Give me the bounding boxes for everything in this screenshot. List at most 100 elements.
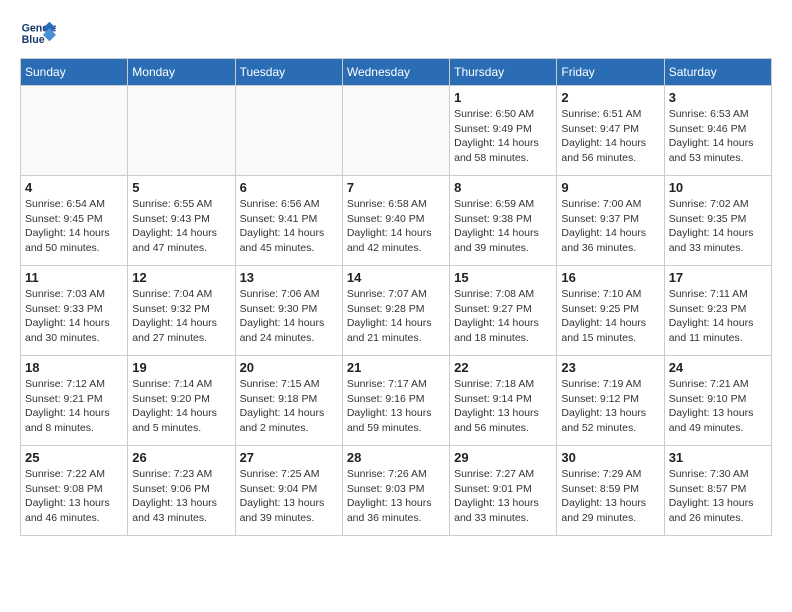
- day-info: Sunrise: 7:25 AM Sunset: 9:04 PM Dayligh…: [240, 467, 338, 526]
- day-info: Sunrise: 6:55 AM Sunset: 9:43 PM Dayligh…: [132, 197, 230, 256]
- day-info: Sunrise: 7:15 AM Sunset: 9:18 PM Dayligh…: [240, 377, 338, 436]
- calendar-cell: 12 Sunrise: 7:04 AM Sunset: 9:32 PM Dayli…: [128, 266, 235, 356]
- calendar-cell: 1 Sunrise: 6:50 AM Sunset: 9:49 PM Daylig…: [450, 86, 557, 176]
- calendar-cell: 18Sunrise: 7:12 AM Sunset: 9:21 PM Dayli…: [21, 356, 128, 446]
- calendar-cell: 20 Sunrise: 7:15 AM Sunset: 9:18 PM Dayli…: [235, 356, 342, 446]
- logo: General Blue: [20, 20, 56, 48]
- calendar-cell: [342, 86, 449, 176]
- page-header: General Blue: [20, 20, 772, 48]
- day-info: Sunrise: 7:11 AM Sunset: 9:23 PM Dayligh…: [669, 287, 767, 346]
- day-info: Sunrise: 7:00 AM Sunset: 9:37 PM Dayligh…: [561, 197, 659, 256]
- calendar-cell: 24 Sunrise: 7:21 AM Sunset: 9:10 PM Dayli…: [664, 356, 771, 446]
- calendar-cell: 6 Sunrise: 6:56 AM Sunset: 9:41 PM Daylig…: [235, 176, 342, 266]
- calendar-cell: 5 Sunrise: 6:55 AM Sunset: 9:43 PM Daylig…: [128, 176, 235, 266]
- day-info: Sunrise: 7:29 AM Sunset: 8:59 PM Dayligh…: [561, 467, 659, 526]
- logo-icon: General Blue: [20, 20, 56, 48]
- day-number: 3: [669, 90, 767, 105]
- day-info: Sunrise: 7:08 AM Sunset: 9:27 PM Dayligh…: [454, 287, 552, 346]
- calendar-cell: 29 Sunrise: 7:27 AM Sunset: 9:01 PM Dayli…: [450, 446, 557, 536]
- calendar-cell: 9 Sunrise: 7:00 AM Sunset: 9:37 PM Daylig…: [557, 176, 664, 266]
- day-info: Sunrise: 7:06 AM Sunset: 9:30 PM Dayligh…: [240, 287, 338, 346]
- day-info: Sunrise: 7:17 AM Sunset: 9:16 PM Dayligh…: [347, 377, 445, 436]
- day-info: Sunrise: 7:27 AM Sunset: 9:01 PM Dayligh…: [454, 467, 552, 526]
- calendar-cell: 22Sunrise: 7:18 AM Sunset: 9:14 PM Dayli…: [450, 356, 557, 446]
- day-number: 25: [25, 450, 123, 465]
- day-number: 8: [454, 180, 552, 195]
- weekday-header-saturday: Saturday: [664, 59, 771, 86]
- day-number: 21: [347, 360, 445, 375]
- day-info: Sunrise: 6:51 AM Sunset: 9:47 PM Dayligh…: [561, 107, 659, 166]
- day-number: 7: [347, 180, 445, 195]
- weekday-header-sunday: Sunday: [21, 59, 128, 86]
- calendar-cell: 26 Sunrise: 7:23 AM Sunset: 9:06 PM Dayli…: [128, 446, 235, 536]
- weekday-header-tuesday: Tuesday: [235, 59, 342, 86]
- day-number: 26: [132, 450, 230, 465]
- calendar-cell: 31 Sunrise: 7:30 AM Sunset: 8:57 PM Dayli…: [664, 446, 771, 536]
- calendar-cell: 27Sunrise: 7:25 AM Sunset: 9:04 PM Dayli…: [235, 446, 342, 536]
- day-number: 10: [669, 180, 767, 195]
- calendar-cell: 21 Sunrise: 7:17 AM Sunset: 9:16 PM Dayli…: [342, 356, 449, 446]
- calendar-cell: 13 Sunrise: 7:06 AM Sunset: 9:30 PM Dayli…: [235, 266, 342, 356]
- day-number: 9: [561, 180, 659, 195]
- calendar-cell: 7 Sunrise: 6:58 AM Sunset: 9:40 PM Daylig…: [342, 176, 449, 266]
- day-number: 24: [669, 360, 767, 375]
- day-number: 15: [454, 270, 552, 285]
- day-info: Sunrise: 7:30 AM Sunset: 8:57 PM Dayligh…: [669, 467, 767, 526]
- calendar-cell: 11Sunrise: 7:03 AM Sunset: 9:33 PM Dayli…: [21, 266, 128, 356]
- day-info: Sunrise: 6:58 AM Sunset: 9:40 PM Dayligh…: [347, 197, 445, 256]
- calendar-cell: 4Sunrise: 6:54 AM Sunset: 9:45 PM Daylig…: [21, 176, 128, 266]
- calendar-cell: 8 Sunrise: 6:59 AM Sunset: 9:38 PM Daylig…: [450, 176, 557, 266]
- calendar-cell: 15 Sunrise: 7:08 AM Sunset: 9:27 PM Dayli…: [450, 266, 557, 356]
- day-number: 18: [25, 360, 123, 375]
- calendar-cell: 30 Sunrise: 7:29 AM Sunset: 8:59 PM Dayli…: [557, 446, 664, 536]
- day-number: 28: [347, 450, 445, 465]
- day-info: Sunrise: 7:03 AM Sunset: 9:33 PM Dayligh…: [25, 287, 123, 346]
- day-number: 16: [561, 270, 659, 285]
- calendar-table: SundayMondayTuesdayWednesdayThursdayFrid…: [20, 58, 772, 536]
- day-number: 31: [669, 450, 767, 465]
- calendar-cell: 25 Sunrise: 7:22 AM Sunset: 9:08 PM Dayli…: [21, 446, 128, 536]
- calendar-cell: 23 Sunrise: 7:19 AM Sunset: 9:12 PM Dayli…: [557, 356, 664, 446]
- day-number: 20: [240, 360, 338, 375]
- calendar-cell: [128, 86, 235, 176]
- calendar-cell: 10 Sunrise: 7:02 AM Sunset: 9:35 PM Dayli…: [664, 176, 771, 266]
- day-info: Sunrise: 7:21 AM Sunset: 9:10 PM Dayligh…: [669, 377, 767, 436]
- day-info: Sunrise: 6:56 AM Sunset: 9:41 PM Dayligh…: [240, 197, 338, 256]
- weekday-header-monday: Monday: [128, 59, 235, 86]
- day-number: 13: [240, 270, 338, 285]
- day-info: Sunrise: 7:10 AM Sunset: 9:25 PM Dayligh…: [561, 287, 659, 346]
- day-number: 1: [454, 90, 552, 105]
- day-number: 22: [454, 360, 552, 375]
- day-info: Sunrise: 7:22 AM Sunset: 9:08 PM Dayligh…: [25, 467, 123, 526]
- day-number: 14: [347, 270, 445, 285]
- day-number: 2: [561, 90, 659, 105]
- day-info: Sunrise: 7:07 AM Sunset: 9:28 PM Dayligh…: [347, 287, 445, 346]
- day-info: Sunrise: 7:04 AM Sunset: 9:32 PM Dayligh…: [132, 287, 230, 346]
- day-number: 29: [454, 450, 552, 465]
- calendar-cell: 28 Sunrise: 7:26 AM Sunset: 9:03 PM Dayli…: [342, 446, 449, 536]
- day-info: Sunrise: 6:50 AM Sunset: 9:49 PM Dayligh…: [454, 107, 552, 166]
- day-info: Sunrise: 6:59 AM Sunset: 9:38 PM Dayligh…: [454, 197, 552, 256]
- day-info: Sunrise: 7:19 AM Sunset: 9:12 PM Dayligh…: [561, 377, 659, 436]
- calendar-cell: [235, 86, 342, 176]
- calendar-cell: 17 Sunrise: 7:11 AM Sunset: 9:23 PM Dayli…: [664, 266, 771, 356]
- day-number: 23: [561, 360, 659, 375]
- calendar-cell: 3 Sunrise: 6:53 AM Sunset: 9:46 PM Daylig…: [664, 86, 771, 176]
- calendar-cell: 19Sunrise: 7:14 AM Sunset: 9:20 PM Dayli…: [128, 356, 235, 446]
- weekday-header-wednesday: Wednesday: [342, 59, 449, 86]
- weekday-header-friday: Friday: [557, 59, 664, 86]
- day-number: 5: [132, 180, 230, 195]
- calendar-cell: 16 Sunrise: 7:10 AM Sunset: 9:25 PM Dayli…: [557, 266, 664, 356]
- day-number: 6: [240, 180, 338, 195]
- calendar-cell: 2 Sunrise: 6:51 AM Sunset: 9:47 PM Daylig…: [557, 86, 664, 176]
- day-info: Sunrise: 7:23 AM Sunset: 9:06 PM Dayligh…: [132, 467, 230, 526]
- day-number: 17: [669, 270, 767, 285]
- day-info: Sunrise: 7:02 AM Sunset: 9:35 PM Dayligh…: [669, 197, 767, 256]
- svg-text:Blue: Blue: [22, 34, 45, 46]
- day-number: 12: [132, 270, 230, 285]
- day-info: Sunrise: 7:26 AM Sunset: 9:03 PM Dayligh…: [347, 467, 445, 526]
- day-info: Sunrise: 6:53 AM Sunset: 9:46 PM Dayligh…: [669, 107, 767, 166]
- day-number: 30: [561, 450, 659, 465]
- day-info: Sunrise: 7:14 AM Sunset: 9:20 PM Dayligh…: [132, 377, 230, 436]
- day-number: 4: [25, 180, 123, 195]
